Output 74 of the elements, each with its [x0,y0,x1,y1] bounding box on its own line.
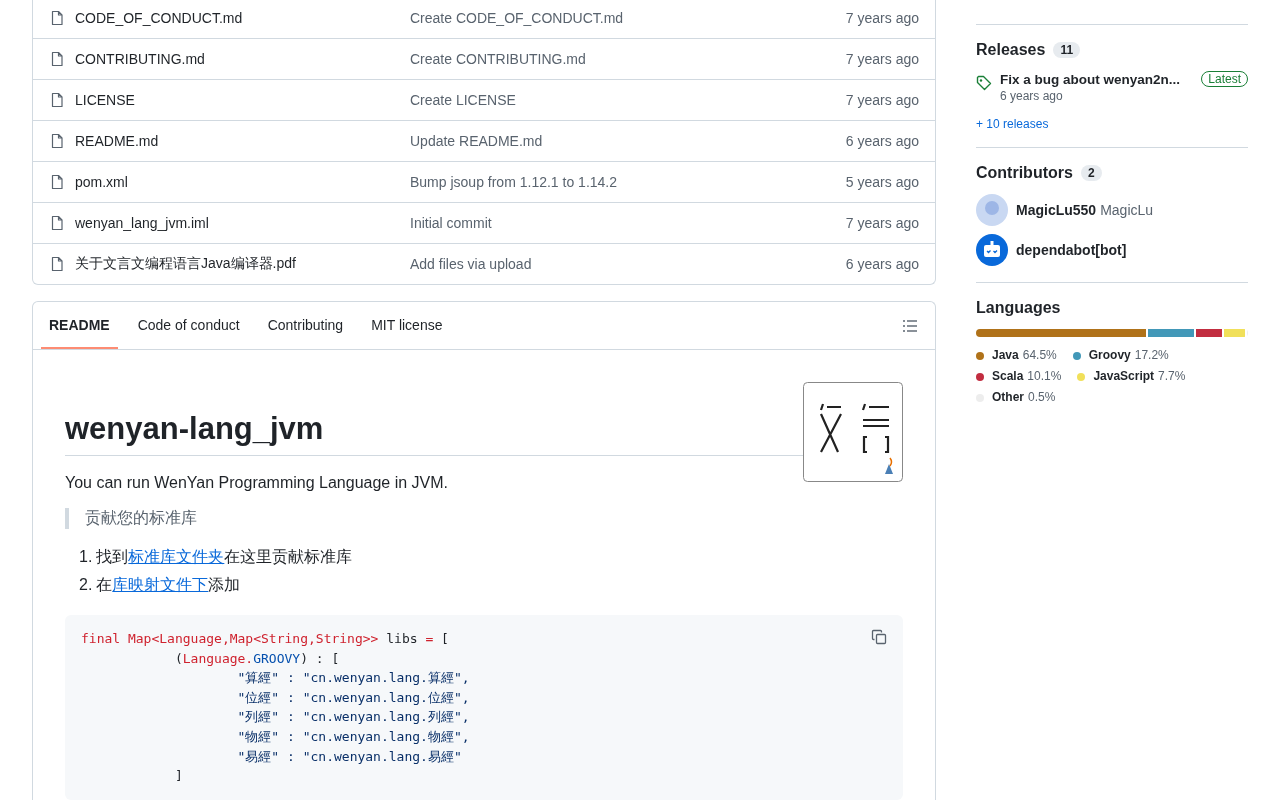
readme-title: wenyan-lang_jvm [65,411,324,447]
release-age: 6 years ago [1000,89,1063,103]
section-heading: Languages [976,299,1061,317]
file-icon [49,51,65,67]
copy-icon[interactable] [871,629,887,645]
file-name-link[interactable]: 关于文言文编程语言Java编译器.pdf [75,255,410,273]
count-badge: 11 [1053,42,1081,58]
commit-age: 7 years ago [845,51,919,67]
language-percent: 0.5% [1028,389,1056,406]
commit-message-link[interactable]: Create LICENSE [410,92,846,108]
code-line: "易經" : "cn.wenyan.lang.易經" [236,747,462,766]
contributor-name: MagicLu [1100,202,1154,218]
language-name[interactable]: Scala [992,366,1024,387]
doc-link[interactable]: 库映射文件下 [112,576,209,593]
commit-age: 6 years ago [845,256,919,272]
code-line: "算經" : "cn.wenyan.lang.算經", [236,669,470,688]
robot-avatar[interactable] [976,234,1008,266]
file-icon [49,10,65,26]
code-line: final Map<Language,Map<String,String>> libs = [ [81,630,449,648]
list-number: 1. [79,548,93,565]
commit-message-link[interactable]: Update README.md [410,133,846,149]
commit-age: 5 years ago [845,174,919,190]
commit-age: 7 years ago [845,215,919,231]
file-icon [49,215,65,231]
releases-link[interactable]: + 10 releases [976,117,1248,131]
section-heading: Releases [976,41,1046,59]
code-line: "列經" : "cn.wenyan.lang.列經", [236,708,470,727]
commit-message-link[interactable]: Add files via upload [410,256,846,272]
list-number: 2. [79,576,93,593]
file-icon [49,256,65,272]
commit-message-link[interactable]: Bump jsoup from 1.12.1 to 1.14.2 [410,174,846,190]
commit-age: 6 years ago [845,133,919,149]
commit-message-link[interactable]: Create CONTRIBUTING.md [410,51,846,67]
section-heading: Contributors [976,164,1073,182]
contributor-link[interactable]: MagicLu550 [1016,202,1097,218]
code-line: ] [173,767,183,786]
file-name-link[interactable]: LICENSE [75,92,410,108]
commit-age: 7 years ago [845,10,919,26]
doc-link[interactable]: 标准库文件夹 [128,548,225,565]
contributor-link[interactable]: dependabot[bot] [1016,242,1127,258]
readme-paragraph: You can run WenYan Programming Language in JVM. [65,474,450,492]
readme-tab[interactable]: Contributing [259,302,352,349]
tag-icon [976,75,992,91]
commit-age: 7 years ago [845,92,919,108]
language-percent: 17.2% [1134,347,1169,364]
language-percent: 10.1% [1027,368,1062,385]
blockquote: 贡献您的标准库 [65,508,903,529]
commit-message-link[interactable]: Initial commit [410,215,846,231]
list-item: 找到标准库文件夹在这里贡献标准库 [96,548,353,565]
file-name-link[interactable]: CODE_OF_CONDUCT.md [75,10,410,26]
language-percent: 7.7% [1158,368,1186,385]
language-name[interactable]: Other [992,387,1024,408]
language-percent: 64.5% [1022,347,1057,364]
file-name-link[interactable]: pom.xml [75,174,410,190]
code-line: (Language.GROOVY) : [ [173,649,340,668]
language-name[interactable]: Java [992,345,1019,366]
readme-tab[interactable]: MIT license [363,302,451,349]
language-name[interactable]: JavaScript [1093,366,1155,387]
commit-message-link[interactable]: Create CODE_OF_CONDUCT.md [410,10,846,26]
language-name[interactable]: Groovy [1088,345,1131,366]
file-name-link[interactable]: README.md [75,133,410,149]
outline-icon[interactable] [902,317,918,334]
code-line: "位經" : "cn.wenyan.lang.位經", [236,688,470,707]
readme-tab[interactable]: Code of conduct [129,302,248,349]
code-line: "物經" : "cn.wenyan.lang.物經", [236,727,470,746]
file-name-link[interactable]: wenyan_lang_jvm.iml [75,215,410,231]
file-icon [49,92,65,108]
release-link[interactable]: Fix a bug about wenyan2n... [1000,71,1181,87]
file-icon [49,174,65,190]
file-name-link[interactable]: CONTRIBUTING.md [75,51,410,67]
list-item: 在库映射文件下添加 [96,576,241,593]
file-icon [49,133,65,149]
count-badge: 2 [1080,165,1102,181]
readme-tab[interactable]: README [41,302,118,349]
